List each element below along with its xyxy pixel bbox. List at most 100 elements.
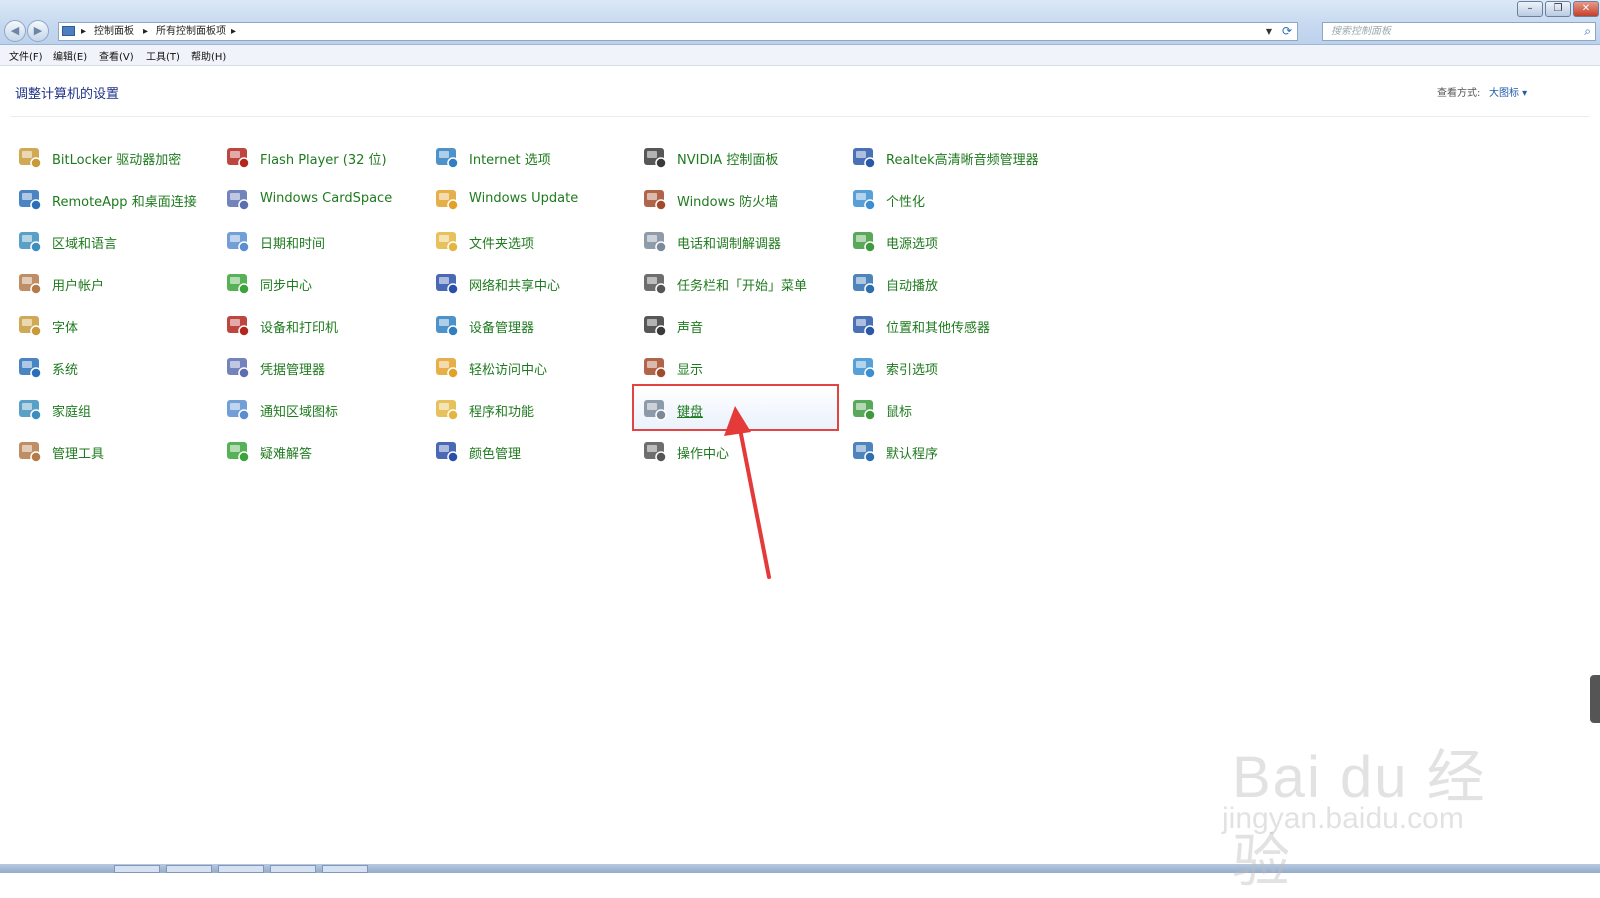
phone-modem-icon xyxy=(641,227,669,255)
item-label: BitLocker 驱动器加密 xyxy=(52,153,182,168)
homegroup-icon xyxy=(16,395,44,423)
date-time-icon xyxy=(224,227,252,255)
item-label: 位置和其他传感器 xyxy=(886,321,991,336)
internet-options-icon xyxy=(433,143,461,171)
taskbar-button[interactable] xyxy=(270,865,316,873)
taskbar-button[interactable] xyxy=(218,865,264,873)
magnifier-icon[interactable]: ⌕ xyxy=(1584,23,1591,40)
color-management-icon xyxy=(433,437,461,465)
item-label: NVIDIA 控制面板 xyxy=(677,153,779,168)
menu-tools[interactable]: 工具(T) xyxy=(146,48,180,63)
item-label: 区域和语言 xyxy=(52,237,118,252)
item-label: 网络和共享中心 xyxy=(469,279,561,294)
taskbar-button[interactable] xyxy=(114,865,160,873)
baidu-watermark: Bai du 经验 jingyan.baidu.com xyxy=(1222,700,1522,894)
flash-player-icon xyxy=(224,143,252,171)
item-label: 任务栏和「开始」菜单 xyxy=(677,279,808,294)
region-language-icon xyxy=(16,227,44,255)
nvidia-icon xyxy=(641,143,669,171)
cardspace-icon xyxy=(224,185,252,213)
item-label: 同步中心 xyxy=(260,279,313,294)
menu-view[interactable]: 查看(V) xyxy=(99,48,134,63)
item-label: 键盘 xyxy=(677,405,704,420)
user-accounts-icon xyxy=(16,269,44,297)
keyboard-icon xyxy=(641,395,669,423)
item-label: RemoteApp 和桌面连接 xyxy=(52,195,197,210)
default-programs-icon xyxy=(850,437,878,465)
credential-manager-icon xyxy=(224,353,252,381)
indexing-options-icon xyxy=(850,353,878,381)
search-input[interactable]: 搜索控制面板 ⌕ xyxy=(1322,22,1596,41)
firewall-icon xyxy=(641,185,669,213)
device-manager-icon xyxy=(433,311,461,339)
item-label: 文件夹选项 xyxy=(469,237,535,252)
network-sharing-icon xyxy=(433,269,461,297)
display-icon xyxy=(641,353,669,381)
crumb-separator-icon: ▸ xyxy=(231,26,237,37)
item-label: Flash Player (32 位) xyxy=(260,153,387,168)
menu-bar: 文件(F) 编辑(E) 查看(V) 工具(T) 帮助(H) xyxy=(0,45,1600,66)
watermark-sub: jingyan.baidu.com xyxy=(1222,802,1464,835)
menu-edit[interactable]: 编辑(E) xyxy=(53,48,87,63)
page-title: 调整计算机的设置 xyxy=(15,87,120,102)
address-dropdown-icon[interactable]: ▼ xyxy=(1266,23,1272,40)
item-label: 设备管理器 xyxy=(469,321,535,336)
item-label: 管理工具 xyxy=(52,447,105,462)
item-label: 电源选项 xyxy=(886,237,939,252)
close-button[interactable]: ✕ xyxy=(1573,1,1599,17)
forward-button[interactable]: ▶ xyxy=(27,20,49,42)
back-button[interactable]: ◀ xyxy=(4,20,26,42)
item-label: 操作中心 xyxy=(677,447,730,462)
divider xyxy=(10,116,1590,117)
taskbar-button[interactable] xyxy=(322,865,368,873)
notification-area-icon xyxy=(224,395,252,423)
item-label: Internet 选项 xyxy=(469,153,551,168)
item-label: 程序和功能 xyxy=(469,405,535,420)
computer-icon xyxy=(62,26,75,36)
menu-help[interactable]: 帮助(H) xyxy=(191,48,226,63)
minimize-button[interactable]: – xyxy=(1517,1,1543,17)
item-label: Windows Update xyxy=(469,191,579,206)
bitlocker-icon xyxy=(16,143,44,171)
taskbar-button[interactable] xyxy=(166,865,212,873)
autoplay-icon xyxy=(850,269,878,297)
troubleshooting-icon xyxy=(224,437,252,465)
scrollbar-thumb[interactable] xyxy=(1590,675,1600,723)
item-label: 用户帐户 xyxy=(52,279,105,294)
windows-update-icon xyxy=(433,185,461,213)
item-label: 默认程序 xyxy=(886,447,939,462)
ease-of-access-icon xyxy=(433,353,461,381)
item-label: 设备和打印机 xyxy=(260,321,339,336)
programs-features-icon xyxy=(433,395,461,423)
crumb-separator-icon: ▸ xyxy=(143,26,149,37)
item-label: 显示 xyxy=(677,363,704,378)
item-label: 系统 xyxy=(52,363,79,378)
system-icon xyxy=(16,353,44,381)
view-by-dropdown[interactable]: 大图标 ▾ xyxy=(1489,84,1527,99)
item-label: 疑难解答 xyxy=(260,447,313,462)
address-bar[interactable]: ▸ 控制面板 ▸ 所有控制面板项 ▸ ▼ ⟳ xyxy=(58,22,1298,41)
item-label: 声音 xyxy=(677,321,704,336)
item-label: 通知区域图标 xyxy=(260,405,339,420)
restore-button[interactable]: ❐ xyxy=(1545,1,1571,17)
devices-printers-icon xyxy=(224,311,252,339)
item-label: 轻松访问中心 xyxy=(469,363,548,378)
breadcrumb-all-items[interactable]: 所有控制面板项 xyxy=(156,23,226,40)
location-sensors-icon xyxy=(850,311,878,339)
item-label: 凭据管理器 xyxy=(260,363,326,378)
item-label: 索引选项 xyxy=(886,363,939,378)
item-label: 字体 xyxy=(52,321,79,336)
item-label: 个性化 xyxy=(886,195,926,210)
crumb-separator-icon: ▸ xyxy=(81,26,87,37)
refresh-icon[interactable]: ⟳ xyxy=(1282,23,1292,40)
fonts-icon xyxy=(16,311,44,339)
remoteapp-icon xyxy=(16,185,44,213)
sound-icon xyxy=(641,311,669,339)
breadcrumb-control-panel[interactable]: 控制面板 xyxy=(94,23,134,40)
view-by-label: 查看方式: xyxy=(1437,88,1481,99)
mouse-icon xyxy=(850,395,878,423)
item-label: Realtek高清晰音频管理器 xyxy=(886,153,1039,168)
menu-file[interactable]: 文件(F) xyxy=(9,48,43,63)
sync-center-icon xyxy=(224,269,252,297)
taskbar-start-icon xyxy=(641,269,669,297)
